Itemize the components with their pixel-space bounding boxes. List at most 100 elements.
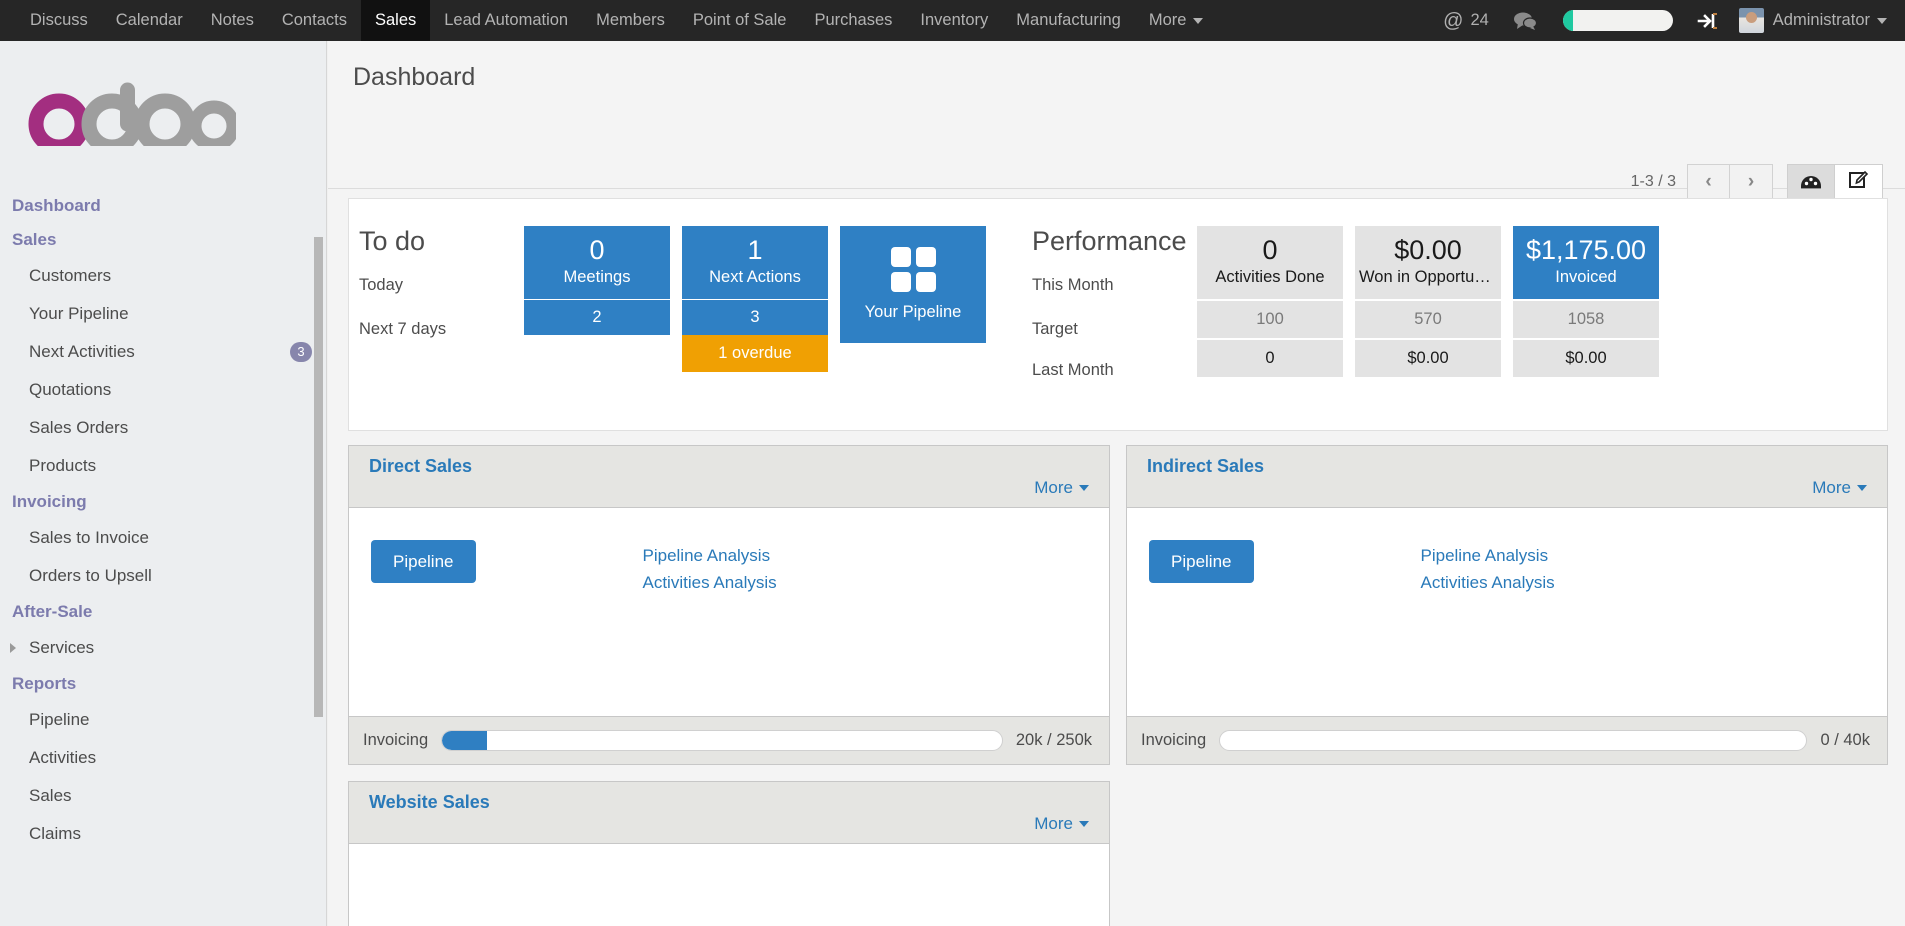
card-title[interactable]: Direct Sales [369, 456, 472, 477]
sidebar-item-pipeline[interactable]: Pipeline [0, 701, 326, 739]
sidebar-item-products[interactable]: Products [0, 447, 326, 485]
sidebar-item-services[interactable]: Services [0, 629, 326, 667]
card-link-activities-analysis[interactable]: Activities Analysis [1421, 569, 1555, 596]
sidebar-item-sales-orders[interactable]: Sales Orders [0, 409, 326, 447]
app-menu-item-notes[interactable]: Notes [197, 0, 268, 41]
performance-target-0[interactable]: 100 [1197, 299, 1343, 338]
performance-label-0: Activities Done [1215, 268, 1325, 286]
sidebar-item-next-activities[interactable]: Next Activities 3 [0, 333, 326, 371]
sidebar-item-label: Your Pipeline [29, 304, 129, 323]
pipeline-button[interactable]: Pipeline [371, 540, 476, 583]
user-menu[interactable]: Administrator [1731, 8, 1893, 33]
sidebar-item-activities[interactable]: Activities [0, 739, 326, 777]
logout-icon[interactable] [1685, 11, 1731, 31]
card-more-dropdown[interactable]: More [1034, 478, 1089, 498]
performance-target-2[interactable]: 1058 [1513, 299, 1659, 338]
card-more-dropdown[interactable]: More [1812, 478, 1867, 498]
sidebar-item-orders-to-upsell[interactable]: Orders to Upsell [0, 557, 326, 595]
chevron-down-icon [1857, 485, 1867, 491]
app-menu-item-label: Contacts [281, 11, 347, 30]
chat-icon[interactable] [1499, 11, 1551, 31]
app-menu-item-inventory[interactable]: Inventory [906, 0, 1002, 41]
next-actions-column: 1 Next Actions 3 1 overdue [682, 226, 828, 372]
card-title[interactable]: Indirect Sales [1147, 456, 1264, 477]
meetings-label: Meetings [563, 268, 631, 286]
card-link-activities-analysis[interactable]: Activities Analysis [643, 569, 777, 596]
meetings-next7-tile[interactable]: 2 [524, 299, 670, 335]
sidebar-section-invoicing[interactable]: Invoicing [0, 485, 326, 519]
card-header: Direct Sales More [349, 446, 1109, 508]
performance-label-1: Won in Opportun... [1359, 268, 1497, 286]
app-menu-item-contacts[interactable]: Contacts [268, 0, 361, 41]
chevron-down-icon [1193, 17, 1204, 24]
sidebar-item-customers[interactable]: Customers [0, 257, 326, 295]
mentions-counter[interactable]: @ 24 [1433, 11, 1499, 31]
sidebar-item-claims[interactable]: Claims [0, 815, 326, 853]
app-menu-item-purchases[interactable]: Purchases [800, 0, 906, 41]
card-link-pipeline-analysis[interactable]: Pipeline Analysis [1421, 542, 1555, 569]
card-link-pipeline-analysis[interactable]: Pipeline Analysis [643, 542, 777, 569]
next-actions-today-tile[interactable]: 1 Next Actions [682, 226, 828, 299]
edit-view-button[interactable] [1835, 164, 1883, 200]
sidebar-item-label: Customers [29, 266, 112, 285]
sidebar-scrollbar[interactable] [314, 237, 323, 717]
next-actions-overdue-tile[interactable]: 1 overdue [682, 335, 828, 372]
sidebar-item-quotations[interactable]: Quotations [0, 371, 326, 409]
invoicing-value: 0 / 40k [1820, 731, 1870, 749]
sidebar-item-label: Services [29, 638, 95, 657]
meetings-today-tile[interactable]: 0 Meetings [524, 226, 670, 299]
sidebar-item-sales[interactable]: Sales [0, 777, 326, 815]
app-menu-item-calendar[interactable]: Calendar [102, 0, 197, 41]
card-links: Pipeline Analysis Activities Analysis [1421, 540, 1555, 716]
view-switcher [1787, 164, 1883, 200]
card-title[interactable]: Website Sales [369, 792, 490, 813]
app-menu-item-sales[interactable]: Sales [360, 0, 431, 41]
pipeline-button[interactable]: Pipeline [1149, 540, 1254, 583]
app-menu-item-members[interactable]: Members [582, 0, 679, 41]
odoo-logo[interactable] [0, 41, 326, 183]
performance-value-2: $1,175.00 [1525, 235, 1647, 265]
invoicing-progress-fill [442, 731, 487, 750]
your-pipeline-tile[interactable]: Your Pipeline [840, 226, 986, 343]
app-menu-item-more[interactable]: More [1135, 0, 1218, 41]
kpi-summary-row: To do Today Next 7 days 0 Meetings 2 1 N… [348, 198, 1888, 431]
performance-last-month-2[interactable]: $0.00 [1513, 338, 1659, 377]
main-content: Dashboard 1-3 / 3 ‹ › To do Today Next 7… [328, 41, 1905, 926]
next-page-button[interactable]: › [1730, 164, 1773, 200]
sidebar-item-your-pipeline[interactable]: Your Pipeline [0, 295, 326, 333]
performance-value-tile-0[interactable]: 0 Activities Done [1197, 226, 1343, 299]
invoicing-progress-bar[interactable] [1219, 730, 1808, 751]
performance-target-1[interactable]: 570 [1355, 299, 1501, 338]
invoicing-progress-bar[interactable] [441, 730, 1003, 751]
previous-page-button[interactable]: ‹ [1687, 164, 1730, 200]
search-input[interactable] [1562, 10, 1673, 31]
app-menu-item-manufacturing[interactable]: Manufacturing [1002, 0, 1135, 41]
app-menu-item-discuss[interactable]: Discuss [0, 0, 102, 41]
sidebar-item-label: Quotations [29, 380, 112, 399]
dashboard-card-direct-sales: Direct Sales More Pipeline Pipeline Analysi… [348, 445, 1110, 765]
app-menu-item-label: Notes [210, 11, 254, 30]
topbar-right-area: @ 24 Administrator [1433, 0, 1905, 41]
performance-value-tile-1[interactable]: $0.00 Won in Opportun... [1355, 226, 1501, 299]
sidebar-section-dashboard[interactable]: Dashboard [0, 189, 326, 223]
card-more-dropdown[interactable]: More [1034, 814, 1089, 834]
sidebar-section-after-sale[interactable]: After-Sale [0, 595, 326, 629]
sidebar-section-reports[interactable]: Reports [0, 667, 326, 701]
next-actions-next7-tile[interactable]: 3 [682, 299, 828, 335]
card-footer: Invoicing 0 / 40k [1127, 716, 1887, 764]
performance-this-month-label: This Month [1032, 276, 1114, 294]
sidebar-item-label: Products [29, 456, 97, 475]
sidebar-item-sales-to-invoice[interactable]: Sales to Invoice [0, 519, 326, 557]
sidebar-section-sales[interactable]: Sales [0, 223, 326, 257]
app-menu-item-point-of-sale[interactable]: Point of Sale [679, 0, 801, 41]
avatar [1738, 8, 1764, 33]
performance-last-month-0[interactable]: 0 [1197, 338, 1343, 377]
performance-value-tile-2[interactable]: $1,175.00 Invoiced [1513, 226, 1659, 299]
invoicing-value: 20k / 250k [1015, 731, 1092, 749]
performance-last-month-1[interactable]: $0.00 [1355, 338, 1501, 377]
app-menu-item-lead-automation[interactable]: Lead Automation [430, 0, 582, 41]
next-actions-label: Next Actions [709, 268, 801, 286]
control-panel: Dashboard 1-3 / 3 ‹ › [328, 41, 1905, 200]
performance-columns: 0 Activities Done 100 0 $0.00 Won in Opportun… [1197, 226, 1671, 377]
dashboard-view-button[interactable] [1787, 164, 1835, 200]
